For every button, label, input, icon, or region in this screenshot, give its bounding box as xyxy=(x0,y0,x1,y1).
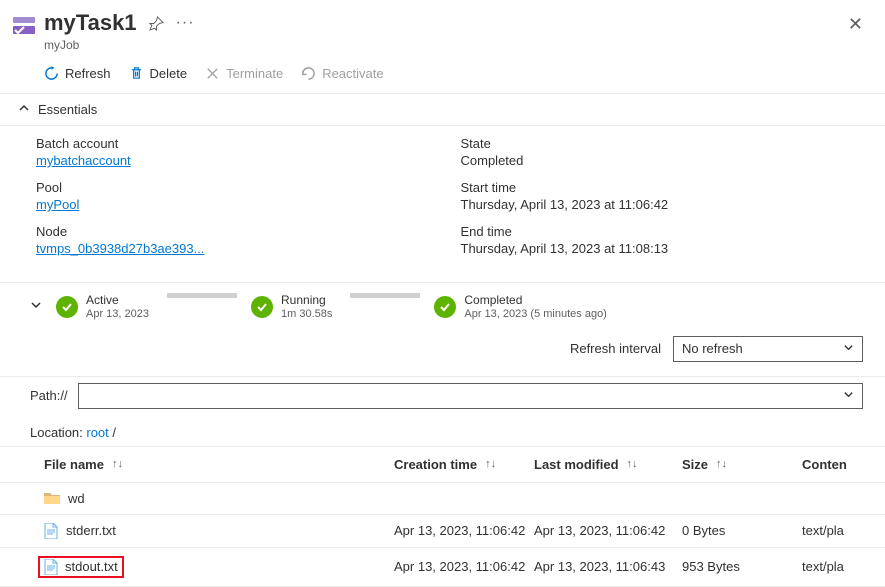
check-icon xyxy=(434,296,456,318)
timeline-running: Running1m 30.58s xyxy=(251,293,332,322)
terminate-label: Terminate xyxy=(226,66,283,81)
check-icon xyxy=(251,296,273,318)
location-breadcrumb: Location: root / xyxy=(0,419,885,446)
start-time-label: Start time xyxy=(461,180,885,195)
end-time-value: Thursday, April 13, 2023 at 11:08:13 xyxy=(461,241,885,256)
cell-size: 953 Bytes xyxy=(682,559,802,574)
sort-icon[interactable]: ↑↓ xyxy=(627,458,638,470)
col-content-type[interactable]: Conten xyxy=(802,457,847,472)
pin-icon[interactable] xyxy=(149,16,164,31)
refresh-interval-value: No refresh xyxy=(682,341,743,356)
chevron-down-icon xyxy=(843,341,854,356)
batch-account-label: Batch account xyxy=(36,136,461,151)
more-icon[interactable]: ··· xyxy=(176,14,195,32)
sort-icon[interactable]: ↑↓ xyxy=(112,458,123,470)
chevron-down-icon xyxy=(843,388,854,403)
cell-ctime: Apr 13, 2023, 11:06:42 xyxy=(394,523,534,538)
col-size[interactable]: Size xyxy=(682,457,708,472)
col-modified[interactable]: Last modified xyxy=(534,457,619,472)
chevron-down-icon[interactable] xyxy=(30,299,42,314)
status-timeline: ActiveApr 13, 2023 Running1m 30.58s Comp… xyxy=(0,282,885,336)
page-title: myTask1 xyxy=(44,10,137,36)
location-root-link[interactable]: root xyxy=(86,425,108,440)
refresh-label: Refresh xyxy=(65,66,111,81)
table-header: File name ↑↓ Creation time ↑↓ Last modifie… xyxy=(0,447,885,483)
col-filename[interactable]: File name xyxy=(44,457,104,472)
refresh-interval-label: Refresh interval xyxy=(570,341,661,356)
cell-mtime: Apr 13, 2023, 11:06:42 xyxy=(534,523,682,538)
chevron-up-icon xyxy=(18,102,30,117)
path-input[interactable] xyxy=(78,383,863,409)
batch-account-link[interactable]: mybatchaccount xyxy=(36,153,131,168)
cell-size: 0 Bytes xyxy=(682,523,802,538)
node-link[interactable]: tvmps_0b3938d27b3ae393... xyxy=(36,241,204,256)
file-table: File name ↑↓ Creation time ↑↓ Last modifie… xyxy=(0,446,885,587)
timeline-bar xyxy=(350,293,420,298)
node-label: Node xyxy=(36,224,461,239)
end-time-label: End time xyxy=(461,224,885,239)
cell-type: text/pla xyxy=(802,523,885,538)
cell-ctime: Apr 13, 2023, 11:06:42 xyxy=(394,559,534,574)
state-label: State xyxy=(461,136,885,151)
refresh-interval-select[interactable]: No refresh xyxy=(673,336,863,362)
check-icon xyxy=(56,296,78,318)
cell-mtime: Apr 13, 2023, 11:06:43 xyxy=(534,559,682,574)
pool-link[interactable]: myPool xyxy=(36,197,79,212)
path-label: Path:// xyxy=(30,388,68,403)
pool-label: Pool xyxy=(36,180,461,195)
timeline-active: ActiveApr 13, 2023 xyxy=(56,293,149,322)
table-row[interactable]: stderr.txt Apr 13, 2023, 11:06:42Apr 13, … xyxy=(0,515,885,548)
state-value: Completed xyxy=(461,153,885,168)
delete-button[interactable]: Delete xyxy=(129,66,188,81)
file-name: stdout.txt xyxy=(65,559,118,574)
start-time-value: Thursday, April 13, 2023 at 11:06:42 xyxy=(461,197,885,212)
delete-label: Delete xyxy=(150,66,188,81)
sort-icon[interactable]: ↑↓ xyxy=(716,458,727,470)
essentials-toggle[interactable]: Essentials xyxy=(0,93,885,126)
cell-type: text/pla xyxy=(802,559,885,574)
file-name: wd xyxy=(68,491,85,506)
refresh-button[interactable]: Refresh xyxy=(44,66,111,81)
task-icon xyxy=(12,14,36,38)
subtitle: myJob xyxy=(44,38,844,52)
essentials-heading: Essentials xyxy=(38,102,97,117)
close-icon[interactable]: ✕ xyxy=(844,10,867,39)
file-name: stderr.txt xyxy=(66,523,116,538)
terminate-button: Terminate xyxy=(205,66,283,81)
sort-icon[interactable]: ↑↓ xyxy=(485,458,496,470)
reactivate-button: Reactivate xyxy=(301,66,383,81)
col-creation[interactable]: Creation time xyxy=(394,457,477,472)
reactivate-label: Reactivate xyxy=(322,66,383,81)
table-row[interactable]: stdout.txt Apr 13, 2023, 11:06:42Apr 13, … xyxy=(0,548,885,587)
timeline-bar xyxy=(167,293,237,298)
toolbar: Refresh Delete Terminate Reactivate xyxy=(0,52,885,93)
timeline-completed: CompletedApr 13, 2023 (5 minutes ago) xyxy=(434,293,606,322)
table-row[interactable]: wd xyxy=(0,483,885,515)
